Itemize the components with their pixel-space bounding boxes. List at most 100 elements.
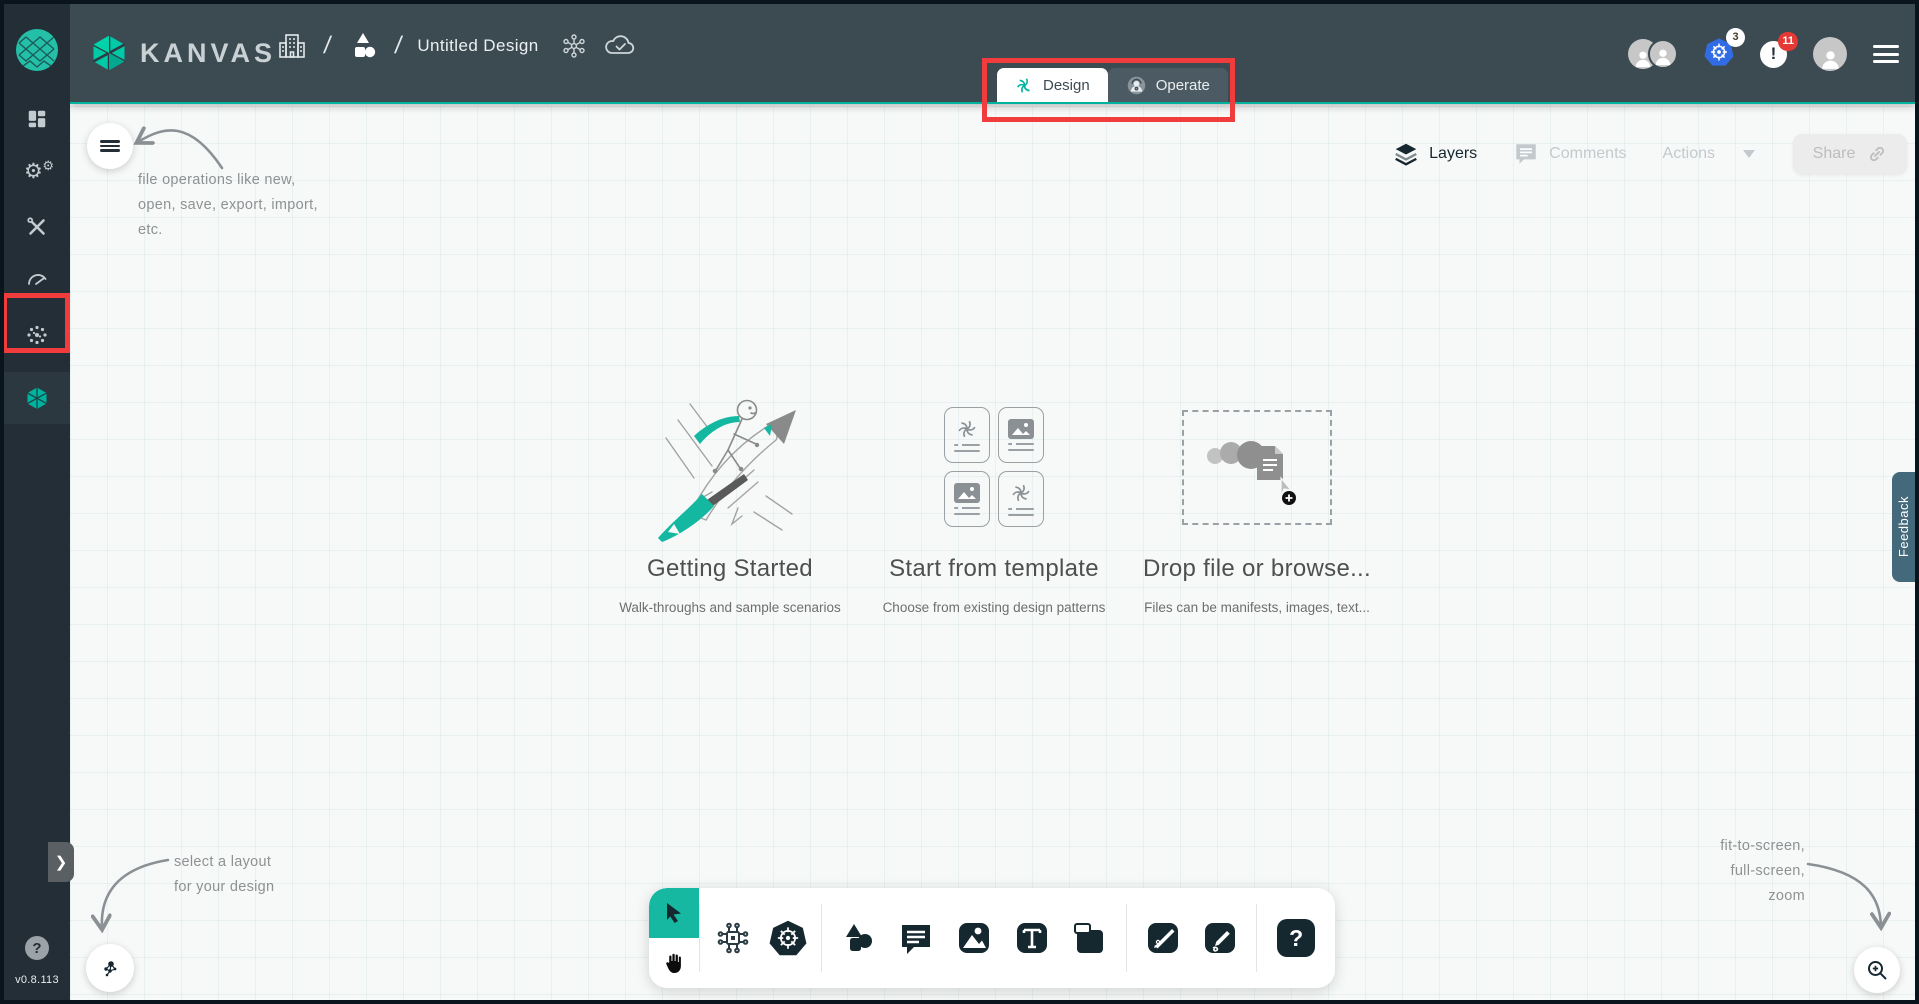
top-header: KANVAS / / Untitled Design [70,4,1915,104]
pencil-icon [1202,920,1238,956]
sidebar-bottom: ? v0.8.113 [4,936,70,1000]
tab-operate[interactable]: Operate [1108,68,1228,102]
sidebar-nav: ⚙⚙ [4,102,70,424]
share-button[interactable]: Share [1793,134,1907,174]
pen-tool[interactable] [1142,917,1184,959]
gauge-icon [25,269,49,293]
version-label: v0.8.113 [15,974,59,986]
breadcrumb-separator: / [393,32,404,60]
kubernetes-context-button[interactable]: 3 [1704,37,1734,72]
tab-design[interactable]: Design [997,68,1108,102]
card-getting-started[interactable]: Getting Started Walk-throughs and sample… [580,392,880,615]
alert-count-badge: 11 [1778,32,1798,51]
image-icon [954,483,980,503]
sidebar-item-extensions[interactable] [4,318,70,352]
operator-headset-icon [1126,75,1147,96]
canvas-top-toolbar: Layers Comments Actions Share [1393,134,1907,174]
design-name[interactable]: Untitled Design [417,36,538,56]
select-tool[interactable] [649,888,699,938]
user-avatar[interactable] [1813,37,1847,71]
comment-tool[interactable] [895,917,937,959]
bottom-toolbar: ? [649,888,1335,988]
card-subtitle: Files can be manifests, images, text... [1107,600,1407,615]
sidebar-item-kanvas[interactable] [4,372,70,424]
component-tools [700,888,820,988]
card-subtitle: Walk-throughs and sample scenarios [580,600,880,615]
card-subtitle: Choose from existing design patterns [844,600,1144,615]
text-tool[interactable] [1011,917,1053,959]
note-tool[interactable] [1068,917,1110,959]
file-menu-button[interactable] [87,123,133,169]
dashboard-icon [26,108,48,130]
sidebar-item-lifecycle[interactable]: ⚙⚙ [4,156,70,190]
template-tiles [944,407,1044,527]
drop-zone[interactable] [1182,410,1332,525]
layout-cluster-icon [97,955,123,981]
image-tool[interactable] [953,917,995,959]
app-window: ⚙⚙ [0,0,1919,1004]
sidebar-expand-button[interactable]: ❯ [48,842,74,882]
building-icon [276,30,308,62]
layout-button[interactable] [86,944,134,992]
pointer-tools [649,888,699,988]
kanvas-logo[interactable]: KANVAS [90,34,276,72]
card-start-from-template[interactable]: Start from template Choose from existing… [844,392,1144,615]
layers-label: Layers [1429,145,1477,163]
image-icon [956,920,992,956]
kubernetes-tool[interactable] [767,917,809,959]
template-tile [944,407,990,463]
shapes-icon [841,920,877,956]
drawing-tools [1127,888,1255,988]
card-drop-file[interactable]: Drop file or browse... Files can be mani… [1107,392,1407,615]
help-button[interactable]: ? [25,936,49,960]
kanvas-hexagon-logo-icon [90,34,128,72]
comments-button[interactable]: Comments [1513,141,1626,167]
alerts-button[interactable]: ! 11 [1760,41,1787,68]
layers-button[interactable]: Layers [1393,141,1477,167]
design-canvas[interactable]: file operations like new, open, save, ex… [70,106,1915,1000]
freehand-pencil-tool[interactable] [1199,917,1241,959]
pan-tool[interactable] [649,938,699,988]
workspace-button[interactable] [347,30,379,62]
workspace-shapes-icon [347,30,379,62]
tools-icon [25,215,49,239]
spiral-icon [956,418,978,440]
layers-icon [1393,141,1419,167]
header-actions: 3 ! 11 [1628,4,1899,104]
kubernetes-icon [769,919,807,957]
template-tile [998,407,1044,463]
sidebar-item-dashboard[interactable] [4,102,70,136]
save-status-button[interactable] [603,33,637,59]
image-icon [1008,419,1034,439]
help-tool[interactable]: ? [1275,917,1317,959]
extensions-icon [25,323,49,347]
card-title: Drop file or browse... [1107,555,1407,583]
zoom-button[interactable] [1854,947,1900,993]
template-tile [998,471,1044,527]
organization-button[interactable] [276,30,308,62]
share-label: Share [1813,145,1856,163]
component-chip-tool[interactable] [712,917,754,959]
design-visibility-button[interactable] [561,33,587,59]
breadcrumb-separator: / [322,32,333,60]
shapes-tool[interactable] [838,917,880,959]
comments-icon [1513,141,1539,167]
comment-icon [898,920,934,956]
annotation-file-operations: file operations like new, open, save, ex… [138,168,318,243]
mesh-network-icon [561,33,587,59]
actions-dropdown[interactable]: Actions [1663,145,1757,163]
sidebar-item-configuration[interactable] [4,210,70,244]
rocket-doodle [580,392,880,542]
layer5-logo-icon[interactable] [13,26,61,74]
kanvas-logo-text: KANVAS [140,38,276,69]
design-spiral-icon [1015,76,1034,95]
link-icon [1867,144,1887,164]
feedback-tab[interactable]: Feedback [1892,472,1915,582]
menu-hamburger-icon[interactable] [1873,45,1899,63]
collaborators-button[interactable] [1628,39,1678,69]
chevron-right-icon: ❯ [55,853,68,871]
sidebar-item-performance[interactable] [4,264,70,298]
kanvas-hexagon-icon [25,386,49,410]
card-title: Getting Started [580,555,880,583]
mode-tabs: Design Operate [997,68,1228,102]
